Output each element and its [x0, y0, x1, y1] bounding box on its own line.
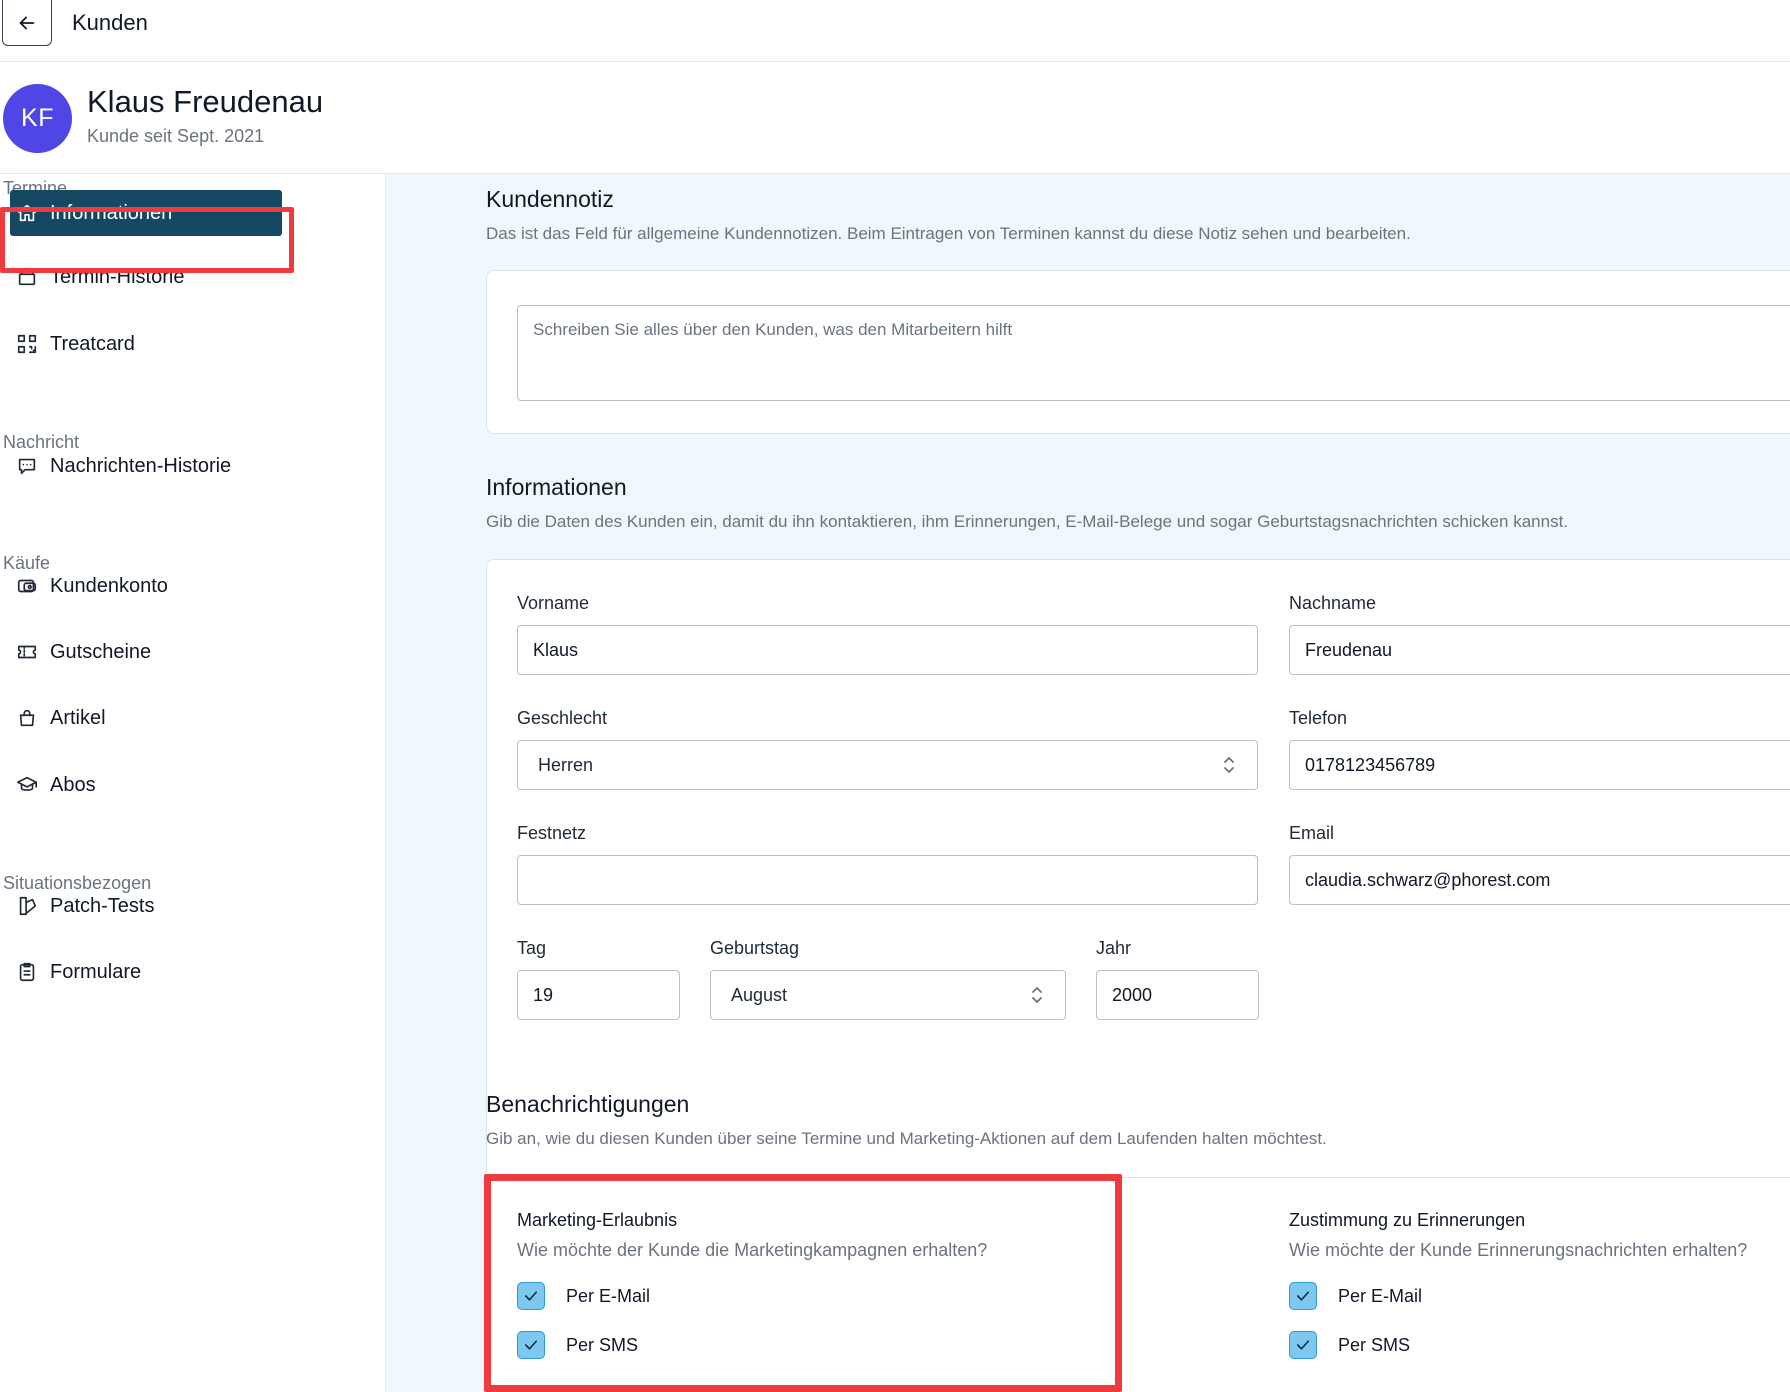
telefon-input[interactable]: 0178123456789	[1289, 740, 1790, 790]
vorname-input[interactable]: Klaus	[517, 625, 1258, 675]
festnetz-label: Festnetz	[517, 823, 587, 843]
email-label: Email	[1289, 823, 1335, 843]
sidebar-item-label: Abos	[50, 773, 96, 796]
note-section-description: Das ist das Feld für allgemeine Kundenno…	[486, 224, 1411, 243]
festnetz-input[interactable]	[517, 855, 1258, 905]
geschlecht-select-value: Herren	[538, 754, 594, 775]
graduation-cap-icon	[14, 772, 40, 798]
marketing-email-option[interactable]: Per E-Mail	[517, 1282, 650, 1310]
wallet-icon	[14, 573, 40, 599]
jahr-input[interactable]: 2000	[1096, 970, 1259, 1020]
note-card	[486, 270, 1790, 434]
marketing-sms-option[interactable]: Per SMS	[517, 1331, 638, 1359]
marketing-sms-checkbox[interactable]	[517, 1331, 545, 1359]
home-icon	[14, 200, 40, 226]
ticket-icon	[14, 639, 40, 665]
customer-name: Klaus Freudenau	[87, 84, 324, 119]
sidebar-item-kundenkonto[interactable]: Kundenkonto	[10, 563, 280, 609]
reminders-sms-checkbox[interactable]	[1289, 1331, 1317, 1359]
avatar: KF	[3, 84, 72, 153]
customer-note-textarea[interactable]	[517, 305, 1790, 401]
reminders-email-checkbox[interactable]	[1289, 1282, 1317, 1310]
marketing-title: Marketing-Erlaubnis	[517, 1210, 678, 1230]
sidebar-item-label: Termin-Historie	[50, 265, 185, 288]
arrow-left-icon	[19, 16, 35, 29]
notifications-section-title: Benachrichtigungen	[486, 1091, 690, 1117]
info-section-title: Informationen	[486, 474, 627, 500]
geburtstag-select-value: August	[731, 984, 788, 1005]
sidebar-item-termin-historie[interactable]: Termin-Historie	[10, 254, 280, 300]
patch-test-icon	[14, 893, 40, 919]
shopping-bag-icon	[14, 705, 40, 731]
reminders-sms-option[interactable]: Per SMS	[1289, 1331, 1410, 1359]
nachname-input[interactable]: Freudenau	[1289, 625, 1790, 675]
qr-code-icon	[14, 331, 40, 357]
note-section-title: Kundennotiz	[486, 186, 614, 212]
jahr-label: Jahr	[1096, 938, 1132, 958]
geschlecht-label: Geschlecht	[517, 708, 608, 728]
sidebar-item-label: Treatcard	[50, 332, 135, 355]
sidebar-item-treatcard[interactable]: Treatcard	[10, 321, 280, 367]
sidebar-item-label: Kundenkonto	[50, 574, 168, 597]
clipboard-icon	[14, 959, 40, 985]
notifications-card	[486, 1177, 1790, 1392]
marketing-sms-label: Per SMS	[566, 1334, 639, 1355]
sidebar: Termine Informationen Termin-Historie Tr…	[0, 174, 386, 1392]
sidebar-item-label: Gutscheine	[50, 640, 152, 663]
back-button[interactable]	[2, 0, 52, 46]
sidebar-item-artikel[interactable]: Artikel	[10, 695, 280, 741]
top-bar: Kunden	[0, 0, 1790, 62]
sidebar-item-nachrichten-historie[interactable]: Nachrichten-Historie	[10, 443, 280, 489]
vorname-label-text: Vorname	[517, 593, 590, 613]
sidebar-item-label: Patch-Tests	[50, 894, 155, 917]
reminders-sms-label: Per SMS	[1338, 1334, 1411, 1355]
chevron-up-down-icon	[1032, 987, 1042, 1003]
reminders-description: Wie möchte der Kunde Erinnerungsnachrich…	[1289, 1240, 1748, 1260]
check-icon	[524, 1340, 538, 1350]
sidebar-item-label: Artikel	[50, 706, 106, 729]
marketing-email-checkbox[interactable]	[517, 1282, 545, 1310]
reminders-email-label: Per E-Mail	[1338, 1285, 1423, 1306]
sidebar-item-label: Informationen	[50, 201, 173, 224]
info-section-description: Gib die Daten des Kunden ein, damit du i…	[486, 512, 1569, 531]
marketing-description: Wie möchte der Kunde die Marketingkampag…	[517, 1240, 988, 1260]
nachname-label: Nachname	[1289, 593, 1377, 613]
tag-label: Tag	[517, 938, 547, 958]
telefon-label: Telefon	[1289, 708, 1348, 728]
sidebar-item-label: Nachrichten-Historie	[50, 454, 232, 477]
geschlecht-select[interactable]: Herren	[517, 740, 1258, 790]
customer-header: KF Klaus Freudenau Kunde seit Sept. 2021	[0, 62, 1790, 174]
sidebar-item-label: Formulare	[50, 960, 142, 983]
calendar-stack-icon	[14, 264, 40, 290]
page-title: Kunden	[72, 10, 148, 35]
sidebar-item-gutscheine[interactable]: Gutscheine	[10, 629, 280, 675]
geburtstag-label: Geburtstag	[710, 938, 800, 958]
main-content: Kundennotiz Das ist das Feld für allgeme…	[386, 174, 1790, 1392]
customer-since: Kunde seit Sept. 2021	[87, 126, 265, 146]
check-icon	[1296, 1291, 1310, 1301]
check-icon	[1296, 1340, 1310, 1350]
marketing-email-label: Per E-Mail	[566, 1285, 651, 1306]
sidebar-item-abos[interactable]: Abos	[10, 762, 280, 808]
email-input[interactable]: claudia.schwarz@phorest.com	[1289, 855, 1790, 905]
chat-bubble-icon	[14, 453, 40, 479]
sidebar-item-patch-tests[interactable]: Patch-Tests	[10, 883, 280, 929]
chevron-up-down-icon	[1224, 757, 1234, 773]
sidebar-item-formulare[interactable]: Formulare	[10, 949, 280, 995]
tag-input[interactable]: 19	[517, 970, 680, 1020]
notifications-section-description: Gib an, wie du diesen Kunden über seine …	[486, 1129, 1327, 1148]
reminders-email-option[interactable]: Per E-Mail	[1289, 1282, 1422, 1310]
sidebar-item-informationen[interactable]: Informationen	[10, 190, 282, 236]
geburtstag-select[interactable]: August	[710, 970, 1066, 1020]
check-icon	[524, 1291, 538, 1301]
reminders-title: Zustimmung zu Erinnerungen	[1289, 1210, 1526, 1230]
